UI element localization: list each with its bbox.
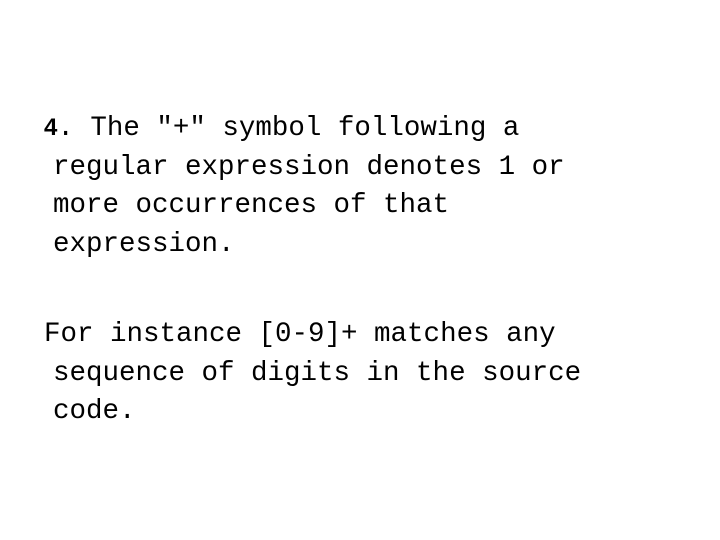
item-number: 4 [44,114,58,141]
line-text: . The "+" symbol following a [57,113,520,144]
paragraph-line: code. [53,396,136,427]
definition-paragraph: 4. The "+" symbol following a regular ex… [44,109,684,264]
paragraph-line: sequence of digits in the source [53,357,582,389]
paragraph-line: For instance [0-9]+ matches any [44,319,556,350]
slide: 4. The "+" symbol following a regular ex… [0,0,720,540]
paragraph-line: more occurrences of that [53,190,450,221]
paragraph-line: 4. The "+" symbol following a [44,109,684,149]
paragraph-line: expression. [53,228,235,260]
paragraph-line: regular expression denotes 1 or [53,151,565,183]
example-paragraph: For instance [0-9]+ matches any sequence… [44,316,684,432]
